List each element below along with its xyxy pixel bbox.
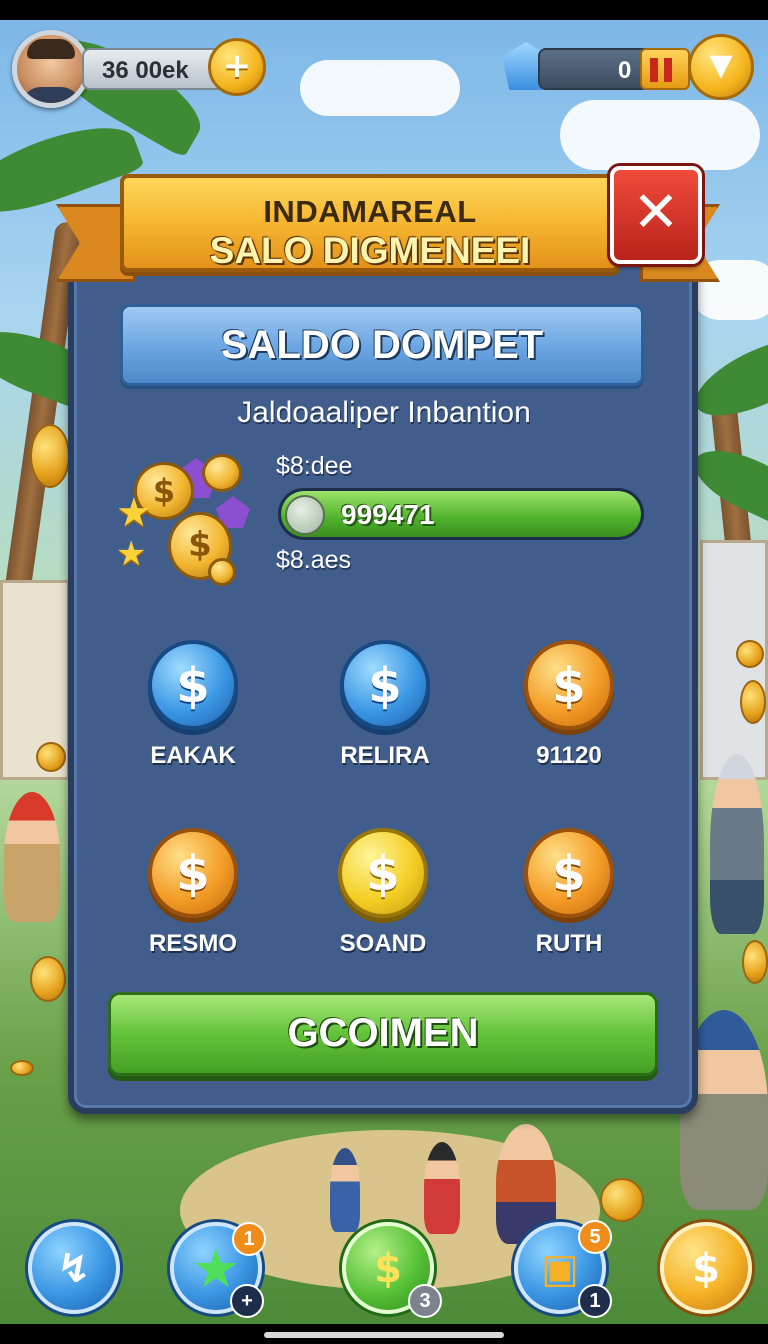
cloud bbox=[560, 100, 760, 170]
shop-button[interactable]: ▣ 5 1 bbox=[514, 1220, 612, 1318]
background-coin bbox=[30, 956, 66, 1002]
dollar-icon: $ bbox=[374, 1246, 402, 1292]
wallet-header: SALDO DOMPET bbox=[120, 304, 644, 386]
dialog-title-line1: INDAMAREAL bbox=[263, 194, 477, 229]
balance-progress-bar: 999471 bbox=[278, 488, 644, 540]
star-badge-plus: + bbox=[230, 1284, 264, 1318]
add-coins-button[interactable]: + bbox=[208, 38, 266, 96]
option-eakak[interactable]: $ EAKAK bbox=[118, 640, 268, 790]
background-coin bbox=[736, 640, 764, 668]
dollar-badge-count: 3 bbox=[408, 1284, 442, 1318]
gold-coin-button[interactable]: $ bbox=[660, 1222, 752, 1314]
option-relira[interactable]: $ RELIRA bbox=[310, 640, 460, 790]
yellow-dollar-coin-icon: $ bbox=[338, 828, 428, 918]
energy-cell bbox=[650, 58, 658, 82]
option-91120[interactable]: $ 91120 bbox=[494, 640, 644, 790]
home-indicator[interactable] bbox=[264, 1332, 504, 1338]
option-label: RESMO bbox=[148, 930, 237, 957]
background-coin bbox=[742, 940, 768, 984]
gem-amount: 0 bbox=[618, 57, 632, 84]
balance-progress-fill bbox=[281, 491, 641, 537]
gold-coin bbox=[202, 454, 242, 492]
option-label: SOAND bbox=[339, 930, 427, 957]
dialog-title-line2: SALO DIGMENEEI bbox=[209, 230, 531, 271]
background-coin bbox=[30, 424, 70, 488]
balance-progress-knob[interactable] bbox=[285, 495, 325, 535]
background-coin bbox=[10, 1060, 34, 1076]
balance-value: 999471 bbox=[341, 499, 435, 530]
blue-dollar-coin-icon: $ bbox=[148, 640, 238, 730]
gold-star: ★ bbox=[116, 534, 147, 574]
blue-dollar-coin-icon: $ bbox=[340, 640, 430, 730]
option-soand[interactable]: $ SOAND bbox=[308, 828, 458, 978]
villager-character bbox=[424, 1142, 460, 1234]
treasure-pile-icon: $ $ ★ ★ bbox=[112, 448, 262, 588]
miner-character bbox=[4, 792, 60, 922]
shop-badge-bottom: 1 bbox=[578, 1284, 612, 1318]
gold-coin bbox=[208, 558, 236, 586]
confirm-button[interactable]: GCOIMEN bbox=[108, 992, 658, 1076]
gold-dollar-icon: $ bbox=[692, 1246, 720, 1292]
balance-bottom-label: $8.aes bbox=[276, 546, 352, 574]
option-ruth[interactable]: $ RUTH bbox=[494, 828, 644, 978]
boost-icon: ↯ bbox=[57, 1246, 91, 1292]
option-label: RELIRA bbox=[340, 742, 430, 769]
orange-dollar-coin-icon: $ bbox=[148, 828, 238, 918]
option-resmo[interactable]: $ RESMO bbox=[118, 828, 268, 978]
shop-bag-icon: ▣ bbox=[541, 1246, 579, 1292]
shield-badge-button[interactable]: ▼ bbox=[688, 34, 754, 100]
villager-character bbox=[330, 1148, 360, 1232]
shop-badge-top: 5 bbox=[578, 1220, 612, 1254]
worker-character bbox=[710, 754, 764, 934]
close-button[interactable]: ✕ bbox=[610, 166, 702, 264]
dollar-button[interactable]: $ 3 bbox=[342, 1222, 442, 1318]
coin-amount: 36 00ek bbox=[102, 57, 189, 84]
background-coin bbox=[740, 680, 766, 724]
avatar-hair bbox=[27, 39, 75, 59]
star-button[interactable]: ★ 1 + bbox=[170, 1222, 266, 1318]
option-label: RUTH bbox=[535, 930, 603, 957]
option-label: 91120 bbox=[536, 742, 602, 769]
energy-icon bbox=[640, 48, 690, 90]
balance-top-label: $8:dee bbox=[276, 452, 353, 480]
dialog-title-banner: INDAMAREAL SALO DIGMENEEI bbox=[120, 174, 620, 272]
orange-dollar-coin-icon: $ bbox=[524, 640, 614, 730]
background-coin bbox=[600, 1178, 644, 1222]
energy-cell bbox=[664, 58, 672, 82]
background-coin bbox=[36, 742, 66, 772]
star-badge-count: 1 bbox=[232, 1222, 266, 1256]
gold-star: ★ bbox=[116, 490, 152, 536]
cloud bbox=[300, 60, 460, 116]
boost-button[interactable]: ↯ bbox=[28, 1222, 120, 1314]
option-label: EAKAK bbox=[150, 742, 236, 769]
info-title: Jaldoaaliper Inbantion bbox=[237, 396, 531, 429]
orange-dollar-coin-icon: $ bbox=[524, 828, 614, 918]
player-avatar[interactable] bbox=[12, 30, 90, 108]
